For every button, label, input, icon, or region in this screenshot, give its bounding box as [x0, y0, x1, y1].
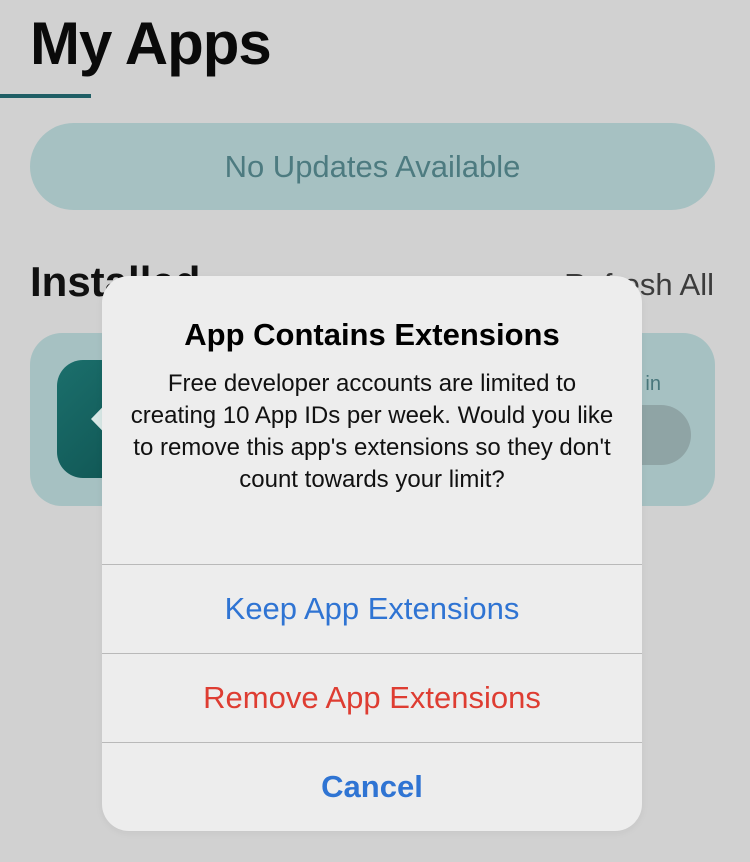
title-underline [0, 94, 91, 98]
alert-title: App Contains Extensions [184, 317, 560, 352]
alert-message: Free developer accounts are limited to c… [130, 370, 614, 493]
app-extensions-alert: App Contains Extensions Free developer a… [102, 276, 642, 831]
cancel-button[interactable]: Cancel [102, 743, 642, 831]
keep-app-extensions-button[interactable]: Keep App Extensions [102, 565, 642, 653]
no-updates-button[interactable]: No Updates Available [30, 123, 715, 210]
page-title: My Apps [30, 10, 272, 77]
remove-app-extensions-button[interactable]: Remove App Extensions [102, 654, 642, 742]
expires-label: in [645, 373, 661, 395]
no-updates-label: No Updates Available [224, 148, 521, 184]
